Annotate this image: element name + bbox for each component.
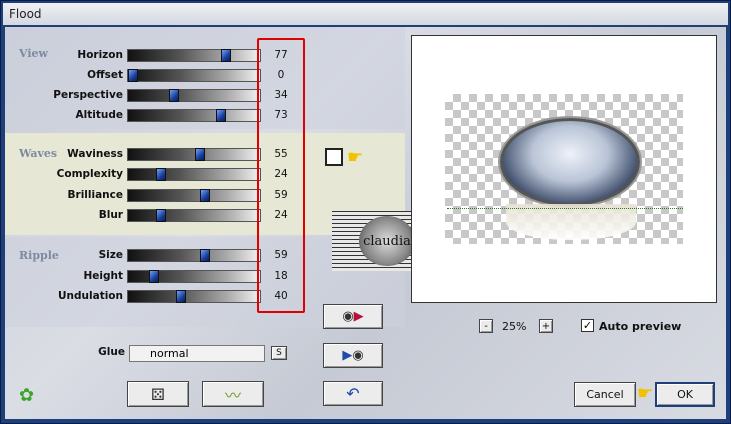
window-title: Flood bbox=[9, 7, 42, 21]
slider-thumb[interactable] bbox=[149, 270, 159, 283]
slider-thumb[interactable] bbox=[156, 209, 166, 222]
label-perspective: Perspective bbox=[53, 89, 123, 101]
label-waviness: Waviness bbox=[67, 148, 123, 160]
label-offset: Offset bbox=[87, 69, 123, 81]
slider-undulation[interactable] bbox=[127, 290, 261, 303]
slider-thumb[interactable] bbox=[156, 168, 166, 181]
slider-offset[interactable] bbox=[127, 69, 261, 82]
auto-preview-checkbox[interactable]: ✓ bbox=[581, 319, 594, 332]
slider-thumb[interactable] bbox=[221, 49, 231, 62]
slider-brilliance[interactable] bbox=[127, 189, 261, 202]
slider-thumb[interactable] bbox=[200, 249, 210, 262]
values-highlight-box bbox=[257, 38, 305, 313]
slider-thumb[interactable] bbox=[200, 189, 210, 202]
play-to-disc-icon: ◉▶ bbox=[342, 309, 364, 324]
glue-value: normal bbox=[150, 347, 189, 360]
label-complexity: Complexity bbox=[56, 168, 123, 180]
reset-defaults-button[interactable]: 〰 bbox=[202, 381, 264, 407]
zoom-out-button[interactable]: - bbox=[479, 319, 493, 333]
cancel-label: Cancel bbox=[586, 388, 624, 401]
flame-icon[interactable]: ✿ bbox=[19, 385, 34, 406]
slider-thumb[interactable] bbox=[216, 109, 226, 122]
slider-height[interactable] bbox=[127, 270, 261, 283]
zoom-in-button[interactable]: + bbox=[539, 319, 553, 333]
slider-thumb[interactable] bbox=[176, 290, 186, 303]
glue-button-label: S bbox=[276, 348, 282, 358]
label-height: Height bbox=[83, 270, 123, 282]
pointing-hand-icon: ☛ bbox=[347, 147, 364, 168]
effect-toggle-checkbox[interactable] bbox=[325, 148, 343, 166]
label-horizon: Horizon bbox=[77, 49, 123, 61]
zoom-minus-label: - bbox=[484, 320, 488, 332]
slider-thumb[interactable] bbox=[128, 69, 138, 82]
preview-image bbox=[500, 118, 640, 206]
label-size: Size bbox=[98, 249, 123, 261]
glue-label: Glue bbox=[98, 346, 125, 358]
title-bar: Flood bbox=[3, 3, 728, 25]
zoom-plus-label: + bbox=[541, 320, 551, 332]
label-brilliance: Brilliance bbox=[67, 189, 123, 201]
label-blur: Blur bbox=[98, 209, 123, 221]
slider-thumb[interactable] bbox=[195, 148, 205, 161]
slider-blur[interactable] bbox=[127, 209, 261, 222]
ok-label: OK bbox=[677, 388, 693, 401]
glue-dropdown[interactable]: normal bbox=[129, 345, 265, 362]
auto-preview-label[interactable]: Auto preview bbox=[599, 320, 681, 333]
ok-button[interactable]: OK bbox=[655, 382, 715, 407]
apply-to-preview-button[interactable]: ◉▶ bbox=[323, 304, 383, 329]
pointing-hand-icon: ☛ bbox=[637, 383, 654, 404]
slider-complexity[interactable] bbox=[127, 168, 261, 181]
horizon-guide-line[interactable] bbox=[447, 208, 683, 209]
dice-icon: ⚄ bbox=[151, 384, 165, 404]
watermark-text: claudia bbox=[363, 233, 411, 249]
disc-to-play-icon: ▶◉ bbox=[342, 348, 364, 363]
preview-pane[interactable] bbox=[411, 35, 717, 303]
flood-dialog: Flood View Waves Ripple Horizon 77 Offse… bbox=[0, 0, 731, 424]
slider-altitude[interactable] bbox=[127, 109, 261, 122]
zoom-level: 25% bbox=[502, 320, 527, 333]
slider-thumb[interactable] bbox=[169, 89, 179, 102]
label-undulation: Undulation bbox=[58, 290, 123, 302]
randomize-button[interactable]: ⚄ bbox=[127, 381, 189, 407]
label-altitude: Altitude bbox=[75, 109, 123, 121]
slider-perspective[interactable] bbox=[127, 89, 261, 102]
slider-horizon[interactable] bbox=[127, 49, 261, 62]
undo-icon: ↶ bbox=[346, 384, 360, 403]
undo-button[interactable]: ↶ bbox=[323, 381, 383, 406]
preview-reflection bbox=[506, 204, 636, 240]
slider-waviness[interactable] bbox=[127, 148, 261, 161]
glue-select-button[interactable]: S bbox=[271, 346, 287, 360]
wave-icon: 〰 bbox=[224, 386, 241, 405]
slider-size[interactable] bbox=[127, 249, 261, 262]
cancel-button[interactable]: Cancel bbox=[574, 382, 636, 407]
reverse-preview-button[interactable]: ▶◉ bbox=[323, 343, 383, 368]
watermark-disc: claudia bbox=[359, 216, 415, 266]
dialog-body: View Waves Ripple Horizon 77 Offset 0 Pe… bbox=[5, 27, 726, 419]
